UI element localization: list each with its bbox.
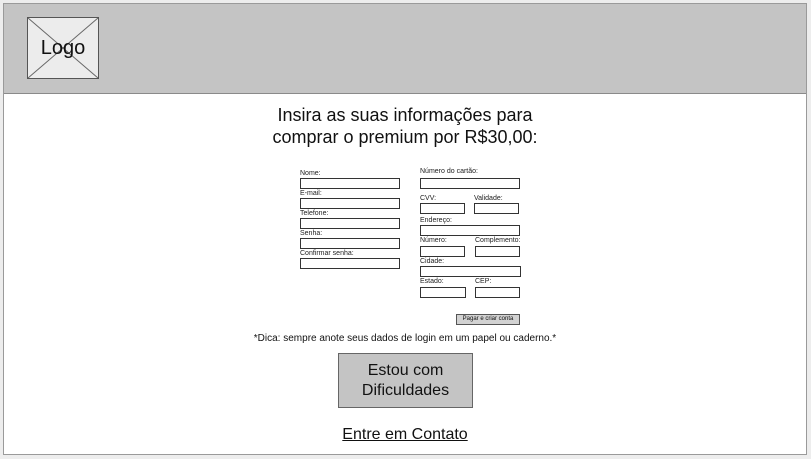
email-input[interactable]: [300, 198, 400, 209]
help-button-line-1: Estou com: [367, 361, 444, 379]
card-number-input[interactable]: [420, 178, 520, 189]
expiry-label: Validade:: [474, 195, 503, 202]
number-input[interactable]: [420, 246, 465, 257]
phone-label: Telefone:: [300, 210, 329, 217]
cvv-label: CVV:: [420, 195, 437, 202]
complement-label: Complemento:: [475, 237, 521, 244]
state-label: Estado:: [420, 278, 444, 285]
expiry-input[interactable]: [474, 203, 519, 214]
cvv-input[interactable]: [420, 203, 465, 214]
page-title: Insira as suas informações para comprar …: [4, 104, 806, 148]
title-line-1: Insira as suas informações para: [277, 105, 533, 125]
city-input[interactable]: [420, 266, 521, 277]
confirm-password-label: Confirmar senha:: [300, 250, 354, 257]
address-input[interactable]: [420, 225, 520, 236]
complement-input[interactable]: [475, 246, 520, 257]
help-button-line-2: Dificuldades: [361, 381, 450, 399]
logo-text: Logo: [40, 36, 86, 59]
pay-and-create-account-button[interactable]: Pagar e criar conta: [456, 314, 520, 325]
contact-link-wrap: Entre em Contato: [4, 425, 806, 445]
name-input[interactable]: [300, 178, 400, 189]
title-line-2: comprar o premium por R$30,00:: [272, 127, 538, 147]
card-number-label: Número do cartão:: [420, 168, 478, 175]
contact-link[interactable]: Entre em Contato: [342, 426, 467, 443]
zip-label: CEP:: [475, 278, 492, 285]
name-label: Nome:: [300, 170, 321, 177]
header-bar: Logo: [4, 4, 806, 94]
zip-input[interactable]: [475, 287, 520, 298]
help-button[interactable]: Estou com Dificuldades: [338, 353, 473, 408]
password-label: Senha:: [300, 230, 323, 237]
state-input[interactable]: [420, 287, 466, 298]
confirm-password-input[interactable]: [300, 258, 400, 269]
phone-input[interactable]: [300, 218, 400, 229]
email-label: E-mail:: [300, 190, 322, 197]
help-button-label: Estou com Dificuldades: [362, 361, 449, 401]
login-tip: *Dica: sempre anote seus dados de login …: [253, 333, 557, 344]
city-label: Cidade:: [420, 258, 445, 265]
page-frame: Logo Insira as suas informações para com…: [3, 3, 807, 455]
address-label: Endereço:: [420, 217, 452, 224]
logo[interactable]: Logo: [27, 17, 99, 79]
password-input[interactable]: [300, 238, 400, 249]
number-label: Número:: [420, 237, 447, 244]
